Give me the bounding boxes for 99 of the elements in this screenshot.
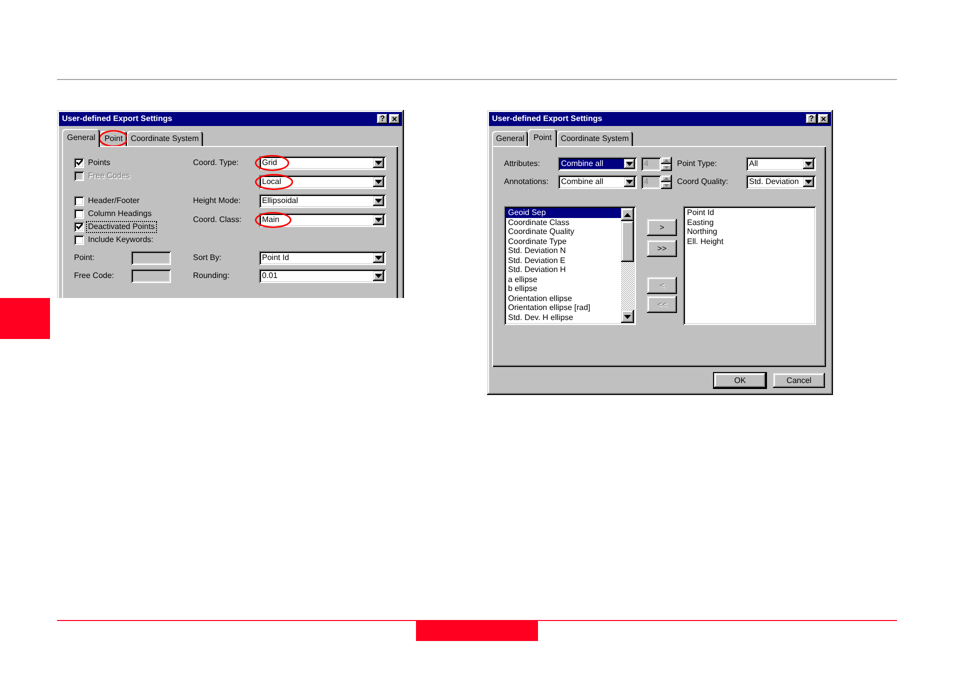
list-item[interactable]: Std. Deviation N [506, 246, 621, 256]
dropdown-arrow-button[interactable] [803, 159, 814, 169]
tab[interactable]: Coordinate System [556, 131, 633, 146]
list-box[interactable]: Point Id Easting Northing Ell. Height [683, 206, 816, 325]
dropdown-arrow-button[interactable] [803, 177, 814, 187]
dropdown-arrow-button[interactable] [624, 159, 635, 169]
caret-down-icon [626, 162, 633, 166]
list-item[interactable]: Orientation ellipse [rad] [506, 303, 621, 312]
scroll-up-button[interactable] [621, 208, 634, 221]
dropdown-arrow-button[interactable] [373, 215, 384, 225]
list-item[interactable]: Coordinate Type [506, 236, 621, 246]
close-button[interactable]: × [389, 114, 400, 124]
window-title: User-defined Export Settings [62, 113, 172, 125]
transfer-button[interactable]: >> [647, 240, 677, 257]
caret-down-icon [664, 184, 669, 187]
list-item[interactable]: Ell. Height [685, 236, 814, 246]
transfer-button[interactable]: > [647, 219, 677, 236]
checkbox-label: Column Headings [87, 208, 153, 220]
checkbox-label: Header/Footer [87, 194, 141, 206]
checkbox-label: Deactivated Points [86, 220, 157, 232]
window-title: User-defined Export Settings [492, 113, 602, 125]
caret-down-icon [626, 180, 633, 184]
list-item[interactable]: Orientation ellipse [506, 294, 621, 303]
caret-up-icon [664, 159, 669, 162]
scroll-down-button[interactable] [621, 310, 634, 323]
list-item[interactable]: b ellipse [506, 284, 621, 294]
field-label: Coord. Class: [193, 214, 242, 226]
spin-up-button[interactable] [661, 157, 672, 164]
checkbox[interactable] [74, 222, 84, 232]
dropdown[interactable]: Combine all [558, 157, 637, 171]
dropdown[interactable]: 0.01 [259, 269, 386, 283]
checkbox[interactable] [74, 208, 84, 218]
spin-up-button[interactable] [661, 175, 672, 182]
checkbox[interactable] [74, 196, 84, 206]
dropdown[interactable]: All [746, 157, 816, 171]
field-label: Coord Quality: [677, 176, 730, 188]
caret-down-icon [805, 162, 812, 166]
caret-up-icon [664, 177, 669, 180]
list-item[interactable]: Point Id [685, 208, 814, 218]
list-item[interactable]: Northing [685, 227, 814, 236]
caret-down-icon [375, 274, 382, 278]
list-item[interactable]: Geoid Sep [506, 208, 621, 218]
caret-down-icon [624, 314, 631, 318]
caret-down-icon [375, 180, 382, 184]
list-item[interactable]: Coordinate Quality [506, 227, 621, 236]
field-label: Free Code: [74, 270, 116, 282]
spin-down-button[interactable] [661, 182, 672, 189]
tab[interactable]: General [492, 131, 528, 146]
dropdown-arrow-button[interactable] [373, 158, 384, 168]
field-label: Point: [74, 252, 96, 264]
checkbox[interactable] [74, 158, 84, 168]
close-button[interactable]: × [818, 114, 829, 124]
checkmark-icon [76, 159, 82, 166]
field-label: Point Type: [677, 158, 718, 170]
field-label: Attributes: [504, 158, 542, 170]
cancel-button[interactable]: Cancel [772, 372, 826, 389]
spin-down-button[interactable] [661, 164, 672, 171]
dropdown-arrow-button[interactable] [373, 253, 384, 263]
checkbox-label: Include Keywords: [87, 234, 154, 246]
caret-down-icon [805, 180, 812, 184]
dropdown-arrow-button[interactable] [373, 196, 384, 206]
field-label: Annotations: [504, 176, 550, 188]
tab[interactable]: General [62, 129, 100, 147]
caret-down-icon [375, 199, 382, 203]
field-label: Rounding: [193, 270, 230, 282]
caret-up-icon [624, 212, 631, 216]
list-item[interactable]: Std. Dev. H ellipse [506, 312, 621, 322]
list-item[interactable]: Std. Deviation H [506, 265, 621, 274]
list-box[interactable]: Geoid Sep Coordinate Class Coordinate Quality Coordinate Type Std. Deviation N Std. Deviation E Std. Deviation H a ellipse b ellipse Orientation ellipse Orientation ellipse [rad] Std. Dev. H ellipse [504, 206, 636, 325]
dropdown-arrow-button[interactable] [373, 177, 384, 187]
caret-down-icon [375, 218, 382, 222]
field-label: Height Mode: [193, 195, 242, 207]
list-item[interactable]: Std. Deviation E [506, 256, 621, 265]
checkbox-label: Free Codes [87, 170, 131, 182]
list-item[interactable]: a ellipse [506, 274, 621, 284]
dropdown-arrow-button[interactable] [624, 177, 635, 187]
tab[interactable]: Coordinate System [126, 131, 203, 146]
dropdown[interactable]: Ellipsoidal [259, 194, 386, 208]
caret-down-icon [664, 166, 669, 169]
dropdown[interactable]: Combine all [558, 175, 637, 189]
tab[interactable]: Point [100, 131, 127, 146]
caret-down-icon [375, 256, 382, 260]
list-item[interactable]: Easting [685, 218, 814, 227]
checkbox[interactable] [74, 234, 84, 244]
scrollbar-thumb[interactable] [621, 221, 634, 262]
help-button[interactable]: ? [806, 114, 817, 124]
caret-down-icon [375, 161, 382, 165]
side-stripe [0, 298, 50, 339]
checkmark-icon [76, 223, 82, 230]
dropdown-arrow-button[interactable] [373, 271, 384, 281]
list-item[interactable]: Coordinate Class [506, 218, 621, 227]
ok-button[interactable]: OK [713, 372, 767, 389]
field-label: Coord. Type: [193, 157, 240, 169]
dropdown[interactable]: Std. Deviation [746, 175, 816, 189]
tab[interactable]: Point [528, 129, 557, 147]
checkbox-label: Points [87, 156, 112, 168]
dropdown[interactable]: Point Id [259, 251, 386, 265]
field-label: Sort By: [193, 252, 222, 264]
help-button[interactable]: ? [377, 114, 388, 124]
